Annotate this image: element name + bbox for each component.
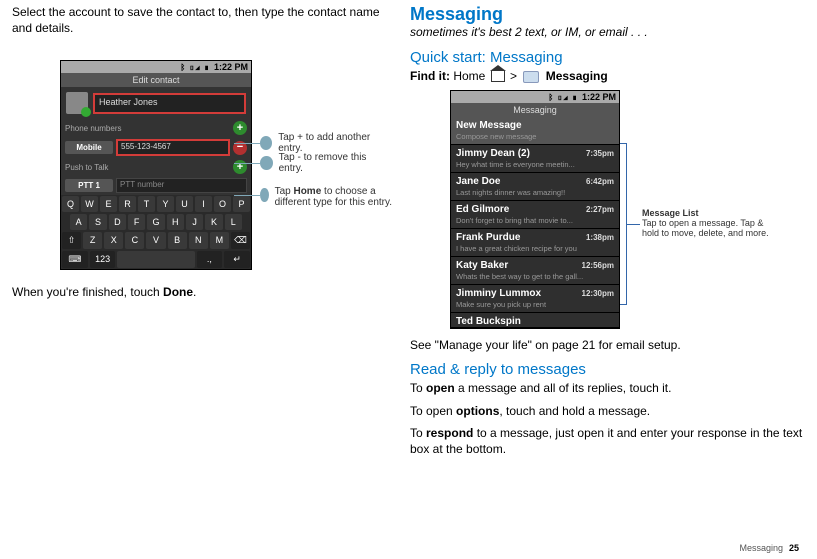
section-heading-messaging: Messaging [410, 4, 805, 25]
add-photo-icon[interactable] [66, 92, 88, 114]
new-message-item[interactable]: New Message Compose new message [451, 117, 619, 145]
key[interactable]: L [225, 214, 242, 230]
key[interactable]: S [89, 214, 106, 230]
see-email-note: See "Manage your life" on page 21 for em… [410, 337, 805, 353]
page-footer: Messaging25 [739, 543, 799, 553]
key-shift[interactable]: ⇧ [62, 232, 81, 249]
p-respond: To respond to a message, just open it an… [410, 425, 805, 457]
subheading-read-reply: Read & reply to messages [410, 361, 805, 378]
key-enter[interactable]: ↵ [224, 251, 250, 268]
phone-value-input[interactable]: 555-123-4567 [116, 139, 230, 156]
key[interactable]: U [176, 196, 193, 212]
key-123[interactable]: 123 [90, 251, 116, 268]
key[interactable]: K [205, 214, 222, 230]
outro-text: When you're finished, touch Done. [12, 284, 382, 300]
key[interactable]: D [109, 214, 126, 230]
key[interactable]: A [70, 214, 87, 230]
key[interactable]: I [195, 196, 212, 212]
key[interactable]: O [214, 196, 231, 212]
onscreen-keyboard[interactable]: Q W E R T Y U I O P A S D [61, 195, 251, 269]
ptt-value-input[interactable]: PTT number [116, 178, 247, 193]
home-icon [491, 71, 505, 82]
tagline: sometimes it's best 2 text, or IM, or em… [410, 25, 805, 39]
key[interactable]: W [81, 196, 98, 212]
phone-type-mobile[interactable]: Mobile [65, 141, 113, 154]
messaging-icon [523, 71, 539, 83]
contact-name-input[interactable]: Heather Jones [93, 93, 246, 114]
p-options: To open options, touch and hold a messag… [410, 403, 805, 419]
key[interactable]: N [189, 232, 208, 249]
callout-add-entry: Tap + to add another entry. [278, 132, 382, 154]
section-phone-numbers: Phone numbers [65, 124, 121, 133]
key[interactable]: G [147, 214, 164, 230]
message-item[interactable]: Frank Purdue1:38pm I have a great chicke… [451, 229, 619, 257]
key-space[interactable] [117, 251, 194, 268]
edit-contact-phone-mock: ᛒ ▯◢ ▮ 1:22 PM Edit contact Heather Jone… [60, 60, 252, 270]
status-bar: ᛒ ▯◢ ▮ 1:22 PM [451, 91, 619, 103]
message-list-annotation: Message List Tap to open a message. Tap … [642, 208, 782, 238]
section-ptt: Push to Talk [65, 163, 108, 172]
callout-leader-icon [260, 188, 269, 202]
add-phone-icon[interactable]: + [233, 121, 247, 135]
screen-title: Messaging [451, 103, 619, 117]
key-keyboard[interactable]: ⌨ [62, 251, 88, 268]
callout-leader-icon [260, 136, 272, 150]
key-punct[interactable]: ., [197, 251, 223, 268]
key[interactable]: C [125, 232, 144, 249]
find-it-line: Find it: Home > Messaging [410, 68, 805, 84]
key[interactable]: M [210, 232, 229, 249]
key[interactable]: H [167, 214, 184, 230]
callout-home-type: Tap Home to choose a different type for … [275, 186, 410, 208]
key[interactable]: V [146, 232, 165, 249]
key[interactable]: T [138, 196, 155, 212]
key[interactable]: F [128, 214, 145, 230]
callout-remove-entry: Tap - to remove this entry. [279, 152, 382, 174]
key[interactable]: X [104, 232, 123, 249]
message-item[interactable]: Jimmy Dean (2)7:35pm Hey what time is ev… [451, 145, 619, 173]
status-icons: ᛒ ▯◢ ▮ [548, 93, 578, 102]
message-item[interactable]: Katy Baker12:56pm Whats the best way to … [451, 257, 619, 285]
key[interactable]: Y [157, 196, 174, 212]
key[interactable]: J [186, 214, 203, 230]
callout-leader-icon [260, 156, 273, 170]
p-open: To open a message and all of its replies… [410, 380, 805, 396]
ptt-type[interactable]: PTT 1 [65, 179, 113, 192]
intro-text: Select the account to save the contact t… [12, 4, 382, 36]
key[interactable]: P [233, 196, 250, 212]
message-item[interactable]: Jimminy Lummox12:30pm Make sure you pick… [451, 285, 619, 313]
key[interactable]: Z [83, 232, 102, 249]
status-time: 1:22 PM [214, 62, 248, 72]
message-item[interactable]: Ted Buckspin [451, 313, 619, 328]
key-backspace[interactable]: ⌫ [231, 232, 250, 249]
status-bar: ᛒ ▯◢ ▮ 1:22 PM [61, 61, 251, 73]
key[interactable]: E [100, 196, 117, 212]
key[interactable]: B [168, 232, 187, 249]
bracket-icon [620, 143, 627, 305]
status-time: 1:22 PM [582, 92, 616, 102]
message-item[interactable]: Jane Doe6:42pm Last nights dinner was am… [451, 173, 619, 201]
screen-title: Edit contact [61, 73, 251, 87]
key[interactable]: R [119, 196, 136, 212]
message-item[interactable]: Ed Gilmore2:27pm Don't forget to bring t… [451, 201, 619, 229]
key[interactable]: Q [62, 196, 79, 212]
status-icons: ᛒ ▯◢ ▮ [180, 63, 210, 72]
messaging-phone-mock: ᛒ ▯◢ ▮ 1:22 PM Messaging New Message Com… [450, 90, 620, 329]
subheading-quick-start: Quick start: Messaging [410, 49, 805, 66]
